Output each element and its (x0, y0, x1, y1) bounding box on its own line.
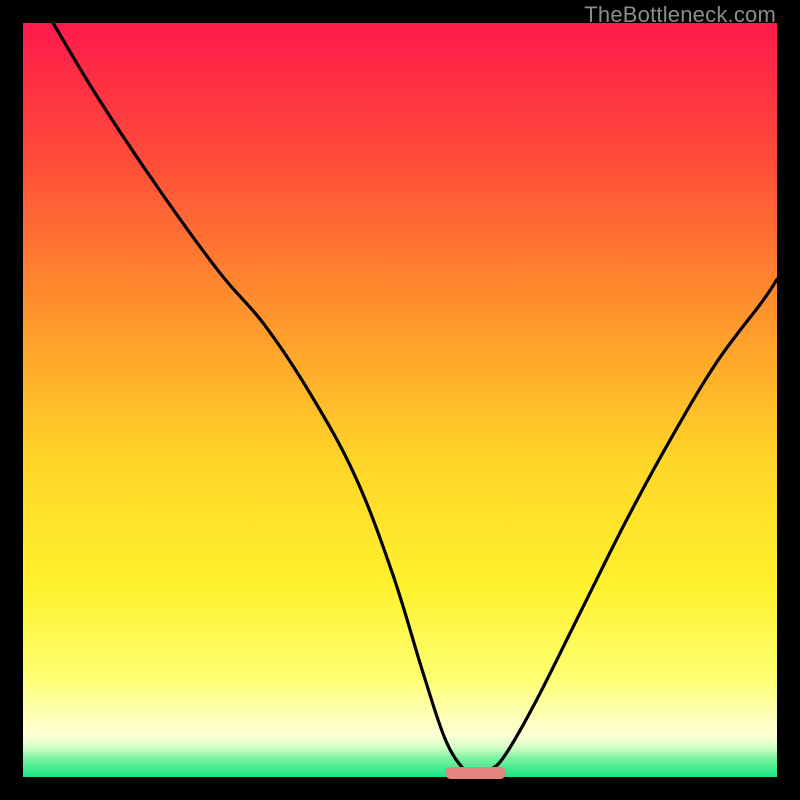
watermark-text: TheBottleneck.com (584, 2, 776, 28)
gradient-background (23, 23, 777, 777)
optimal-range-marker (445, 767, 505, 779)
plot-frame (23, 23, 777, 777)
plot-area (23, 23, 777, 777)
